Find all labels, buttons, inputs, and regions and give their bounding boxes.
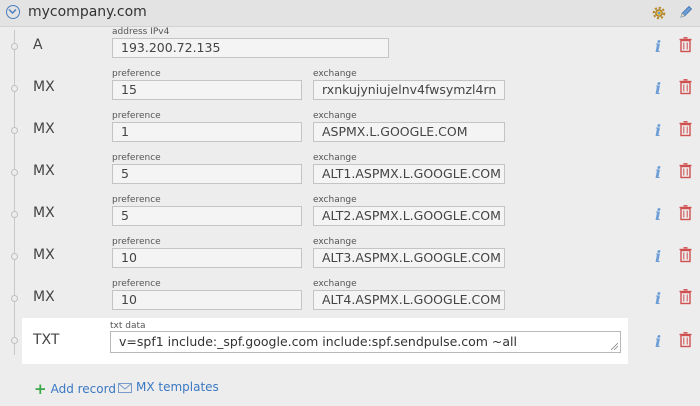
info-icon[interactable]: i (655, 163, 661, 182)
mx-templates-link[interactable]: MX templates (118, 380, 219, 394)
preference-label: preference (112, 279, 161, 289)
exchange-label: exchange (313, 69, 357, 79)
info-icon[interactable]: i (655, 79, 661, 98)
trash-icon[interactable] (679, 121, 692, 141)
record-type: TXT (33, 332, 60, 348)
trash-icon[interactable] (679, 205, 692, 225)
trash-icon[interactable] (679, 37, 692, 57)
txt-data-field[interactable]: v=spf1 include:_spf.google.com include:s… (110, 331, 621, 353)
tree-node (11, 211, 18, 218)
preference-label: preference (112, 69, 161, 79)
info-icon[interactable]: i (655, 121, 661, 140)
preference-label: preference (112, 111, 161, 121)
resize-handle-icon[interactable] (611, 343, 618, 350)
domain-name: mycompany.com (28, 4, 147, 20)
exchange-field[interactable]: rxnkujyniujelnv4fwsymzl4rn (313, 80, 505, 100)
exchange-label: exchange (313, 153, 357, 163)
record-row-mx: MX preference 10 exchange ALT4.ASPMX.L.G… (0, 279, 700, 321)
gear-icon[interactable] (651, 5, 667, 25)
txt-data-value: v=spf1 include:_spf.google.com include:s… (119, 334, 518, 349)
preference-label: preference (112, 153, 161, 163)
preference-label: preference (112, 195, 161, 205)
chevron-down-icon[interactable] (6, 5, 20, 19)
add-record-label: Add record (50, 382, 116, 396)
record-row-mx: MX preference 1 exchange ASPMX.L.GOOGLE.… (0, 111, 700, 153)
preference-label: preference (112, 237, 161, 247)
preference-field[interactable]: 10 (112, 290, 302, 310)
exchange-label: exchange (313, 237, 357, 247)
record-type: MX (33, 289, 55, 305)
record-row-mx: MX preference 10 exchange ALT3.ASPMX.L.G… (0, 237, 700, 279)
trash-icon[interactable] (679, 332, 692, 352)
preference-field[interactable]: 15 (112, 80, 302, 100)
record-type: MX (33, 247, 55, 263)
exchange-field[interactable]: ALT3.ASPMX.L.GOOGLE.COM (313, 248, 505, 268)
preference-field[interactable]: 1 (112, 122, 302, 142)
record-type: A (33, 37, 43, 53)
preference-field[interactable]: 5 (112, 206, 302, 226)
info-icon[interactable]: i (655, 289, 661, 308)
trash-icon[interactable] (679, 163, 692, 183)
tree-node (11, 169, 18, 176)
mx-templates-label: MX templates (136, 380, 219, 394)
info-icon[interactable]: i (655, 332, 661, 351)
record-row-mx: MX preference 15 exchange rxnkujyniujeln… (0, 69, 700, 111)
preference-field[interactable]: 10 (112, 248, 302, 268)
record-type: MX (33, 79, 55, 95)
info-icon[interactable]: i (655, 247, 661, 266)
trash-icon[interactable] (679, 289, 692, 309)
info-icon[interactable]: i (655, 205, 661, 224)
txt-data-label: txt data (110, 321, 146, 331)
record-type: MX (33, 163, 55, 179)
tree-node (11, 43, 18, 50)
envelope-icon (118, 383, 132, 393)
exchange-label: exchange (313, 195, 357, 205)
trash-icon[interactable] (679, 79, 692, 99)
tree-node (11, 337, 18, 344)
add-record-link[interactable]: + Add record (34, 380, 116, 398)
record-type: MX (33, 121, 55, 137)
record-type: MX (33, 205, 55, 221)
preference-field[interactable]: 5 (112, 164, 302, 184)
exchange-field[interactable]: ASPMX.L.GOOGLE.COM (313, 122, 505, 142)
domain-header: mycompany.com (0, 0, 700, 27)
address-label: address IPv4 (112, 27, 170, 37)
record-row-mx: MX preference 5 exchange ALT2.ASPMX.L.GO… (0, 195, 700, 237)
tree-node (11, 85, 18, 92)
pencil-icon[interactable] (678, 4, 694, 24)
info-icon[interactable]: i (655, 37, 661, 56)
exchange-field[interactable]: ALT4.ASPMX.L.GOOGLE.COM (313, 290, 505, 310)
record-row-mx: MX preference 5 exchange ALT1.ASPMX.L.GO… (0, 153, 700, 195)
tree-node (11, 127, 18, 134)
plus-icon: + (34, 380, 47, 398)
exchange-label: exchange (313, 279, 357, 289)
record-row-a: A address IPv4 193.200.72.135 i (0, 27, 700, 69)
tree-node (11, 295, 18, 302)
trash-icon[interactable] (679, 247, 692, 267)
address-field[interactable]: 193.200.72.135 (112, 38, 389, 58)
tree-node (11, 253, 18, 260)
exchange-field[interactable]: ALT1.ASPMX.L.GOOGLE.COM (313, 164, 505, 184)
exchange-label: exchange (313, 111, 357, 121)
exchange-field[interactable]: ALT2.ASPMX.L.GOOGLE.COM (313, 206, 505, 226)
